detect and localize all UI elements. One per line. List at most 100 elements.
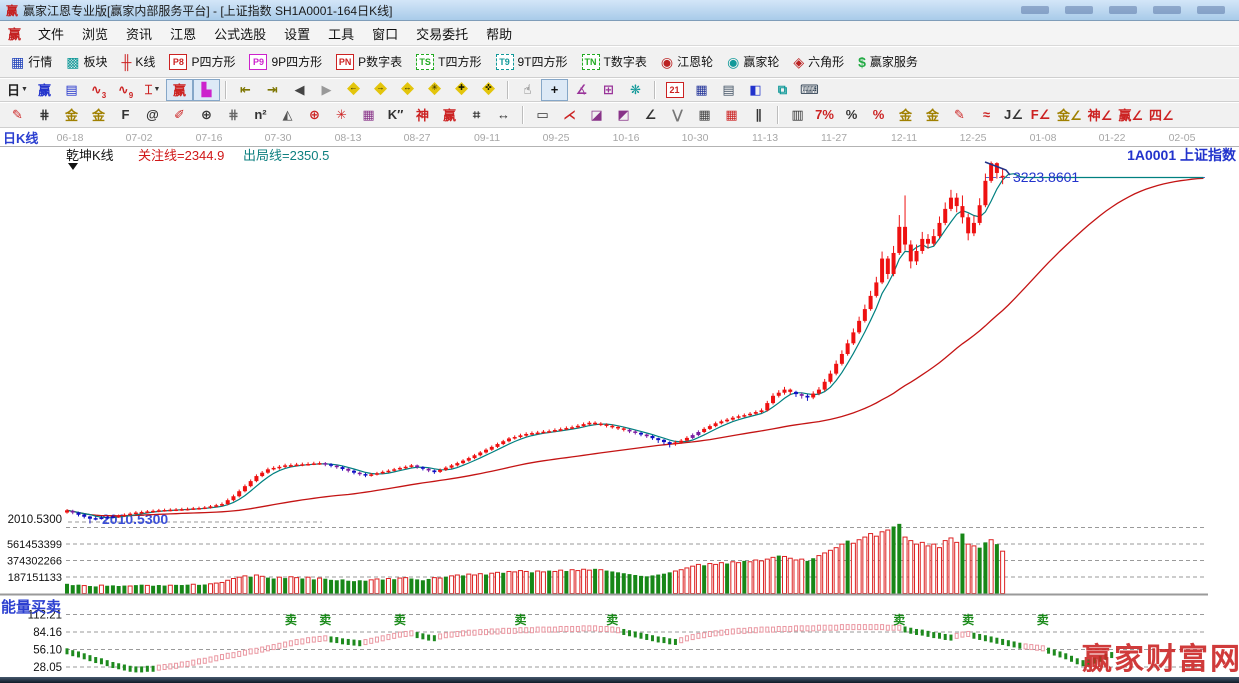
menu-item-file[interactable]: 文件 bbox=[29, 22, 73, 45]
candle-style-button[interactable]: ⌶▼ bbox=[139, 79, 166, 101]
histogram-button[interactable]: ▙ bbox=[193, 79, 220, 101]
n-squared-button[interactable]: n² bbox=[247, 103, 274, 127]
box-tool-button[interactable]: ⊞ bbox=[595, 79, 622, 101]
spiral-button[interactable]: @ bbox=[139, 103, 166, 127]
wave-3-button[interactable]: ∿3 bbox=[85, 79, 112, 101]
brush-ruler-button[interactable]: ✐ bbox=[166, 103, 193, 127]
t-square-button[interactable]: TST四方形 bbox=[409, 48, 488, 76]
p-square-button[interactable]: P8P四方形 bbox=[162, 48, 242, 76]
rect-tool-button[interactable]: ▭ bbox=[529, 103, 556, 127]
net-share-button[interactable]: ⧉ bbox=[769, 79, 796, 101]
fan-box-button[interactable]: ◪ bbox=[583, 103, 610, 127]
step-back-button[interactable]: ◀ bbox=[286, 79, 313, 101]
diamond-plus-button[interactable]: ◆✚ bbox=[448, 79, 475, 100]
menu-item-formula-stock-pick[interactable]: 公式选股 bbox=[205, 22, 275, 45]
menu-item-browse[interactable]: 浏览 bbox=[73, 22, 117, 45]
k-double-button[interactable]: K″ bbox=[382, 103, 409, 127]
f-ruler-button[interactable]: F bbox=[112, 103, 139, 127]
win-angle-button[interactable]: 赢∠ bbox=[1115, 103, 1146, 127]
j-angle-button[interactable]: J∠ bbox=[1000, 103, 1027, 127]
calendar-button[interactable]: 21 bbox=[661, 79, 688, 101]
menu-item-settings[interactable]: 设置 bbox=[275, 22, 319, 45]
brush-bars-button[interactable]: ✎ bbox=[946, 103, 973, 127]
win-button[interactable]: 赢 bbox=[436, 103, 463, 127]
gold-line-button[interactable]: 金 bbox=[919, 103, 946, 127]
titlebar-shortcut[interactable] bbox=[1065, 6, 1093, 14]
angle-tool-button[interactable]: ∡ bbox=[568, 79, 595, 101]
p9-square-button[interactable]: P99P四方形 bbox=[242, 48, 329, 76]
menu-item-news[interactable]: 资讯 bbox=[117, 22, 161, 45]
target-button[interactable]: ⊕ bbox=[301, 103, 328, 127]
gold-ruler-2-button[interactable]: 金 bbox=[85, 103, 112, 127]
grid-button[interactable]: ▦ bbox=[691, 103, 718, 127]
list-view-button[interactable]: ▤ bbox=[58, 79, 85, 101]
percent-button[interactable]: % bbox=[838, 103, 865, 127]
box-fan-button[interactable]: ◩ bbox=[610, 103, 637, 127]
workstation-button[interactable]: ⌨ bbox=[796, 79, 823, 101]
winner-stamp-red-button[interactable]: 赢 bbox=[166, 79, 193, 101]
diamond-left-button[interactable]: ◆← bbox=[340, 79, 367, 100]
shen-angle-button[interactable]: 神∠ bbox=[1085, 103, 1116, 127]
pan-hand-button[interactable]: ☝ bbox=[514, 79, 541, 101]
gold-circle-button[interactable]: 金 bbox=[892, 103, 919, 127]
save-button[interactable]: ◧ bbox=[742, 79, 769, 101]
depth-chart-button[interactable]: ▥ bbox=[784, 103, 811, 127]
gold-angle-button[interactable]: 金∠ bbox=[1054, 103, 1085, 127]
p-table-button[interactable]: PNP数字表 bbox=[329, 48, 409, 76]
brush-button[interactable]: ✎ bbox=[4, 103, 31, 127]
period-day-button[interactable]: 日▼ bbox=[4, 79, 31, 101]
wave-red-button[interactable]: ≈ bbox=[973, 103, 1000, 127]
width-arrow-button[interactable]: ↔ bbox=[490, 103, 517, 127]
menu-item-trade-entrust[interactable]: 交易委托 bbox=[407, 22, 477, 45]
circle-ruler-button[interactable]: ⊕ bbox=[193, 103, 220, 127]
sectors-button[interactable]: ▩板块 bbox=[59, 48, 114, 76]
titlebar-shortcut[interactable] bbox=[1153, 6, 1181, 14]
titlebar-shortcut[interactable] bbox=[1197, 6, 1225, 14]
titlebar-shortcut[interactable] bbox=[1021, 6, 1049, 14]
winner-stamp-blue-button[interactable]: 赢 bbox=[31, 79, 58, 101]
four-angle-button[interactable]: 四∠ bbox=[1146, 103, 1177, 127]
calculator-button[interactable]: ▦ bbox=[688, 79, 715, 101]
flag-button[interactable]: ◭ bbox=[274, 103, 301, 127]
scale-ruler-button[interactable]: ⋕ bbox=[220, 103, 247, 127]
mind-tool-button[interactable]: ❋ bbox=[622, 79, 649, 101]
f-angle-button[interactable]: F∠ bbox=[1027, 103, 1054, 127]
grid-purple-button[interactable]: ▦ bbox=[355, 103, 382, 127]
quotes-button[interactable]: ▦行情 bbox=[4, 48, 59, 76]
notes-button[interactable]: ▤ bbox=[715, 79, 742, 101]
parallel-lines-button[interactable]: ∥ bbox=[745, 103, 772, 127]
ruler-button[interactable]: ⋕ bbox=[31, 103, 58, 127]
gold-ruler-1-button[interactable]: 金 bbox=[58, 103, 85, 127]
menu-item-gann[interactable]: 江恩 bbox=[161, 22, 205, 45]
diamond-fit-button[interactable]: ◆✜ bbox=[475, 79, 502, 100]
diamond-expand-button[interactable]: ◆↔ bbox=[394, 79, 421, 100]
web-button[interactable]: ✳ bbox=[328, 103, 355, 127]
v-wave-button[interactable]: ⋁ bbox=[664, 103, 691, 127]
jump-last-button[interactable]: ⇥ bbox=[259, 79, 286, 101]
fan-lines-button[interactable]: ⋌ bbox=[556, 103, 583, 127]
step-forward-button[interactable]: ▶ bbox=[313, 79, 340, 101]
grid-red-button[interactable]: ▦ bbox=[718, 103, 745, 127]
menu-item-window[interactable]: 窗口 bbox=[363, 22, 407, 45]
wave-9-button[interactable]: ∿9 bbox=[112, 79, 139, 101]
winner-service-button[interactable]: $赢家服务 bbox=[851, 48, 925, 76]
hexagon-button[interactable]: ◈六角形 bbox=[786, 48, 851, 76]
diamond-right-button[interactable]: ◆→ bbox=[367, 79, 394, 100]
kline-chart-canvas[interactable]: 06-1807-0207-1607-3008-1308-2709-1109-25… bbox=[0, 128, 1239, 677]
percent-line-button[interactable]: % bbox=[865, 103, 892, 127]
menu-item-help[interactable]: 帮助 bbox=[477, 22, 521, 45]
crosshair-button[interactable]: + bbox=[541, 79, 568, 101]
ruler-123-button[interactable]: ⌗ bbox=[463, 103, 490, 127]
percent-7-button[interactable]: 7% bbox=[811, 103, 838, 127]
shen-button[interactable]: 神 bbox=[409, 103, 436, 127]
titlebar-shortcut[interactable] bbox=[1109, 6, 1137, 14]
t9-square-button[interactable]: T99T四方形 bbox=[489, 48, 575, 76]
kline-button[interactable]: ╫K线 bbox=[115, 48, 163, 76]
winner-wheel-button[interactable]: ◉赢家轮 bbox=[720, 48, 786, 76]
jump-first-button[interactable]: ⇤ bbox=[232, 79, 259, 101]
diamond-star-button[interactable]: ◆✳ bbox=[421, 79, 448, 100]
t-table-button[interactable]: TNT数字表 bbox=[575, 48, 654, 76]
menu-item-tools[interactable]: 工具 bbox=[319, 22, 363, 45]
gann-wheel-button[interactable]: ◉江恩轮 bbox=[654, 48, 720, 76]
angle-lines-button[interactable]: ∠ bbox=[637, 103, 664, 127]
